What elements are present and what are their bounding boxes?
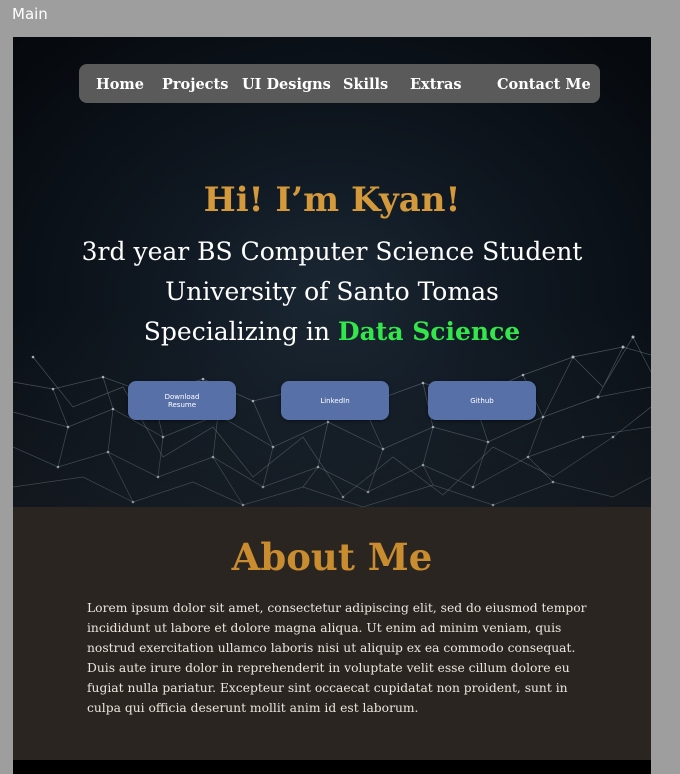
nav-link-skills[interactable]: Skills bbox=[343, 64, 388, 103]
download-resume-button-label: Download Resume bbox=[164, 392, 200, 409]
hero-university: University of Santo Tomas bbox=[165, 277, 499, 306]
linkedin-button-label: LinkedIn bbox=[320, 396, 350, 405]
hero-section: Home Projects UI Designs Skills Extras C… bbox=[13, 37, 651, 507]
nav-link-ui-designs[interactable]: UI Designs bbox=[242, 64, 331, 103]
github-button[interactable]: Github bbox=[428, 381, 536, 420]
linkedin-button[interactable]: LinkedIn bbox=[281, 381, 389, 420]
hero-title: Hi! I’m Kyan! bbox=[203, 180, 461, 220]
main-frame: Home Projects UI Designs Skills Extras C… bbox=[13, 37, 651, 774]
download-resume-button[interactable]: Download Resume bbox=[128, 381, 236, 420]
nav-link-home[interactable]: Home bbox=[96, 64, 144, 103]
about-section: About Me Lorem ipsum dolor sit amet, con… bbox=[13, 507, 651, 760]
nav-link-extras[interactable]: Extras bbox=[410, 64, 462, 103]
nav-link-projects[interactable]: Projects bbox=[162, 64, 228, 103]
hero-specialization-prefix: Specializing in bbox=[143, 317, 338, 346]
hero-specialization-accent: Data Science bbox=[337, 317, 521, 346]
hero-specialization: Specializing in Data Science bbox=[13, 317, 651, 346]
hero-year-and-degree: 3rd year BS Computer Science Student bbox=[81, 237, 583, 266]
next-section-edge bbox=[13, 760, 651, 774]
frame-label: Main bbox=[12, 5, 48, 23]
nav-link-contact-me[interactable]: Contact Me bbox=[497, 64, 591, 103]
about-title: About Me bbox=[231, 535, 433, 579]
about-body-text: Lorem ipsum dolor sit amet, consectetur … bbox=[87, 601, 587, 715]
top-navigation-bar: Home Projects UI Designs Skills Extras C… bbox=[79, 64, 600, 103]
github-button-label: Github bbox=[470, 396, 494, 405]
